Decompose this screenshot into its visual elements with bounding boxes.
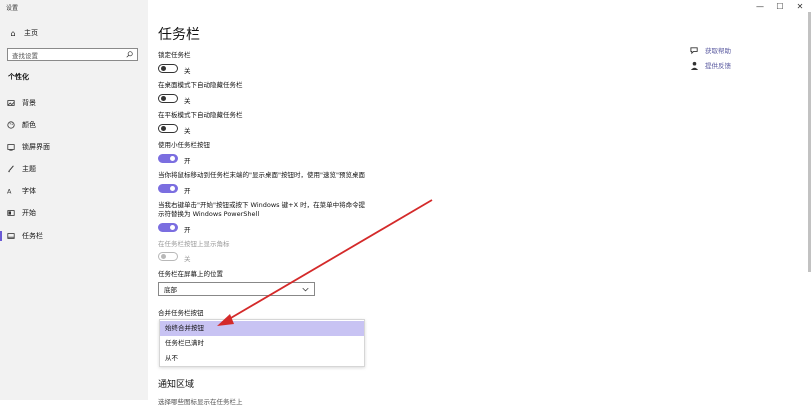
palette-icon [7,121,15,129]
listbox-option-always[interactable]: 始终合并按钮 [160,321,364,336]
sidebar-item-home[interactable]: ⌂ 主页 [0,26,148,40]
setting-label: 示符替换为 Windows PowerShell [158,210,260,218]
toggle-knob [161,126,166,131]
sidebar-item-themes[interactable]: 主题 [0,162,148,176]
taskbar-position-dropdown[interactable]: 底部 [158,282,315,296]
toggle-state: 关 [184,97,191,105]
app-title: 设置 [6,5,19,12]
feedback-link[interactable]: 提供反馈 [690,60,731,70]
chat-help-icon [690,46,698,54]
toggle-state: 关 [184,127,191,135]
get-help-link[interactable]: 获取帮助 [690,45,731,55]
sidebar-section-title: 个性化 [8,73,29,81]
setting-label: 锁定任务栏 [158,51,191,59]
setting-label: 使用小任务栏按钮 [158,141,210,149]
search-input[interactable]: 查找设置 [7,48,138,61]
toggle-small-buttons[interactable] [158,154,178,163]
home-icon: ⌂ [10,28,16,38]
setting-label: 在任务栏按钮上显示角标 [158,240,230,248]
toggle-knob [170,156,175,161]
search-icon [126,51,133,58]
active-indicator [0,231,2,241]
get-help-label: 获取帮助 [705,47,731,55]
toggle-state: 开 [184,226,191,234]
picture-icon [7,100,15,106]
sidebar-item-label: 开始 [22,209,36,217]
sidebar-item-colors[interactable]: 颜色 [0,118,148,132]
toggle-autohide-tablet[interactable] [158,124,178,133]
notification-area-link[interactable]: 选择哪些图标显示在任务栏上 [158,396,243,406]
search-placeholder: 查找设置 [12,51,38,60]
setting-label: 在桌面模式下自动隐藏任务栏 [158,81,243,89]
toggle-badges [158,252,178,261]
setting-label: 任务栏在屏幕上的位置 [158,270,223,278]
setting-label: 当我右键单击"开始"按钮或按下 Windows 键+X 时，在菜单中将命令提 [158,201,366,209]
sidebar-item-taskbar[interactable]: 任务栏 [0,229,148,243]
toggle-state: 关 [184,255,191,263]
feedback-label: 提供反馈 [705,62,731,70]
minimize-button[interactable]: — [752,2,768,11]
maximize-button[interactable]: ☐ [772,2,788,11]
toggle-knob [170,186,175,191]
sidebar-item-label: 字体 [22,187,36,195]
font-icon: A [7,187,12,195]
toggle-state: 开 [184,187,191,195]
theme-brush-icon [8,165,14,173]
toggle-lock-taskbar[interactable] [158,64,178,73]
feedback-person-icon [690,61,699,70]
setting-label: 当你将鼠标移动到任务栏末端的"显示桌面"按钮时，使用"速览"预览桌面 [158,171,365,179]
toggle-powershell[interactable] [158,223,178,232]
sidebar-item-label: 任务栏 [22,232,43,240]
toggle-state: 开 [184,157,191,165]
setting-label: 在平板模式下自动隐藏任务栏 [158,111,243,119]
sidebar-item-lock-screen[interactable]: 锁屏界面 [0,140,148,154]
notification-area-heading: 通知区域 [158,380,195,390]
toggle-knob [161,254,166,259]
lock-screen-icon [7,144,15,151]
setting-label: 合并任务栏按钮 [158,309,204,317]
sidebar-item-start[interactable]: 开始 [0,206,148,220]
toggle-autohide-desktop[interactable] [158,94,178,103]
sidebar-item-background[interactable]: 背景 [0,96,148,110]
sidebar-item-label: 锁屏界面 [22,143,50,151]
toggle-knob [161,96,166,101]
chevron-down-icon [302,287,309,291]
svg-text:A: A [7,187,12,195]
scrollbar-thumb[interactable] [808,12,811,272]
toggle-peek[interactable] [158,184,178,193]
taskbar-icon [7,233,15,239]
start-icon [7,210,15,216]
sidebar-item-label: 颜色 [22,121,36,129]
toggle-knob [161,66,166,71]
listbox-option-never[interactable]: 从不 [160,351,364,366]
sidebar: 设置 ⌂ 主页 查找设置 个性化 背景 颜色 锁屏界面 主题 A 字体 开始 任… [0,0,148,400]
toggle-knob [170,225,175,230]
sidebar-item-label: 背景 [22,99,36,107]
sidebar-item-fonts[interactable]: A 字体 [0,184,148,198]
listbox-option-when-full[interactable]: 任务栏已满时 [160,336,364,351]
page-title: 任务栏 [158,27,200,43]
sidebar-item-label: 主页 [24,29,38,37]
combine-buttons-listbox: 始终合并按钮 任务栏已满时 从不 [159,319,365,367]
toggle-state: 关 [184,67,191,75]
dropdown-value: 底部 [164,286,177,294]
sidebar-item-label: 主题 [22,165,36,173]
